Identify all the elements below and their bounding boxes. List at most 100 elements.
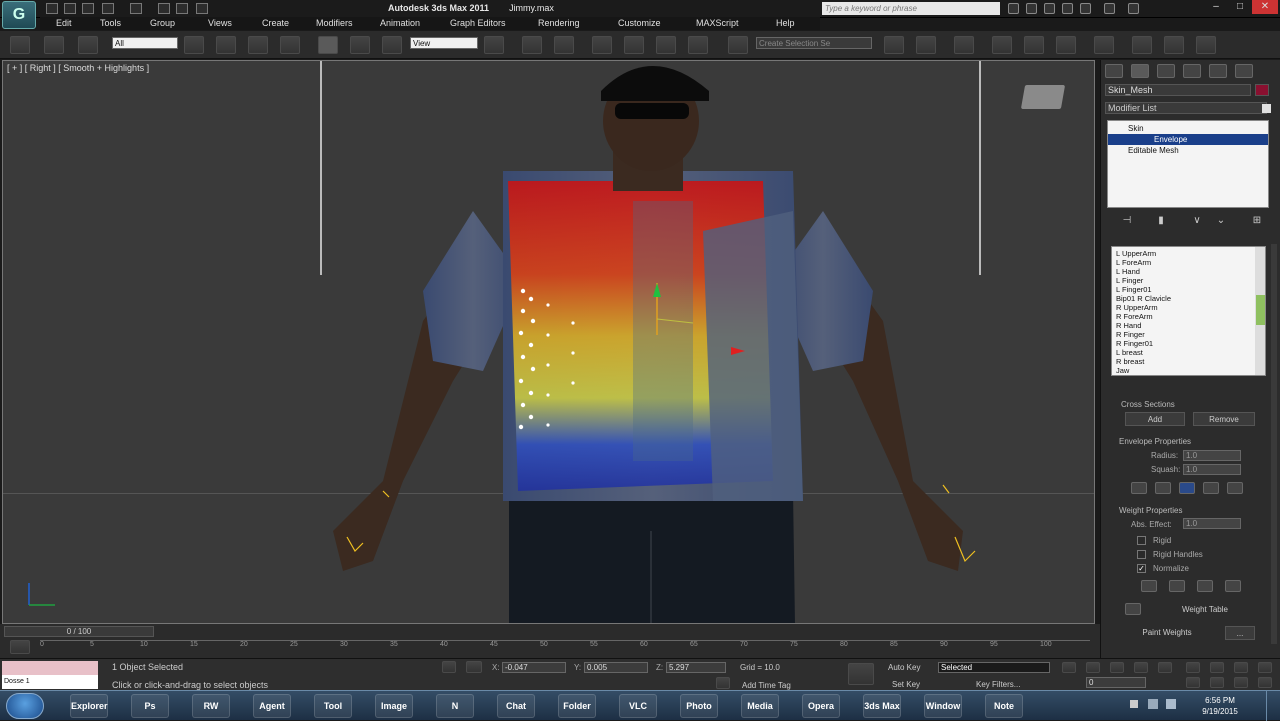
- previous-frame-icon[interactable]: [1086, 662, 1100, 673]
- paint-weights-button[interactable]: Paint Weights: [1125, 626, 1209, 640]
- modifier-list-dropdown[interactable]: Modifier List: [1105, 102, 1271, 114]
- command-panel-scrollbar[interactable]: [1271, 244, 1277, 644]
- time-tag-icon[interactable]: [716, 677, 730, 689]
- network-icon[interactable]: [1104, 3, 1115, 14]
- modify-tab-icon[interactable]: [1131, 64, 1149, 78]
- network-tray-icon[interactable]: [1148, 699, 1158, 709]
- tray-arrow-icon[interactable]: [1130, 700, 1138, 708]
- copy-envelope-icon[interactable]: [1227, 482, 1243, 494]
- communication-icon[interactable]: [1044, 3, 1055, 14]
- cross-sections-header[interactable]: Cross Sections: [1121, 400, 1175, 409]
- track-view-icon[interactable]: [10, 640, 30, 654]
- goto-end-icon[interactable]: [1158, 662, 1172, 673]
- taskbar-app-button[interactable]: Image: [375, 694, 413, 718]
- zoom-icon[interactable]: [1186, 662, 1200, 673]
- bone-list-item[interactable]: R Finger01: [1116, 339, 1153, 348]
- stack-item-skin[interactable]: Skin: [1108, 123, 1268, 134]
- motion-tab-icon[interactable]: [1183, 64, 1201, 78]
- z-coordinate-field[interactable]: 5.297: [666, 662, 726, 673]
- search-input[interactable]: Type a keyword or phrase: [822, 2, 1000, 15]
- object-name-field[interactable]: Skin_Mesh: [1105, 84, 1251, 96]
- bone-list-scrollbar[interactable]: [1255, 247, 1265, 375]
- object-color-swatch[interactable]: [1255, 84, 1269, 96]
- key-icon[interactable]: [848, 663, 874, 685]
- move-icon[interactable]: [318, 36, 338, 54]
- taskbar-app-button[interactable]: Folder: [558, 694, 596, 718]
- bone-list-item[interactable]: L breast: [1116, 348, 1143, 357]
- rigid-handles-checkbox[interactable]: [1137, 550, 1146, 559]
- key-mode-dropdown[interactable]: Selected: [938, 662, 1050, 673]
- taskbar-app-button[interactable]: Opera: [802, 694, 840, 718]
- pin-stack-icon[interactable]: ⊣: [1117, 215, 1137, 229]
- scale-icon[interactable]: [382, 36, 402, 54]
- bone-list-item[interactable]: L Hand: [1116, 267, 1140, 276]
- menu-animation[interactable]: Animation: [380, 18, 420, 28]
- taskbar-app-button[interactable]: Note: [985, 694, 1023, 718]
- layer-manager-icon[interactable]: [954, 36, 974, 54]
- show-end-result-icon[interactable]: ▮: [1151, 215, 1171, 229]
- viewport-right[interactable]: [ + ] [ Right ] [ Smooth + Highlights ]: [2, 60, 1095, 624]
- bone-list-item[interactable]: L ForeArm: [1116, 258, 1151, 267]
- taskbar-app-button[interactable]: Explorer: [70, 694, 108, 718]
- bake-weights-icon[interactable]: [1225, 580, 1241, 592]
- bone-list-item[interactable]: R ForeArm: [1116, 312, 1153, 321]
- align-icon[interactable]: [916, 36, 936, 54]
- remove-modifier-icon[interactable]: ⌄: [1211, 215, 1231, 229]
- taskbar-app-button[interactable]: Chat: [497, 694, 535, 718]
- pan-icon[interactable]: [1210, 677, 1224, 688]
- orbit-icon[interactable]: [1234, 677, 1248, 688]
- render-teapot-icon[interactable]: [1196, 36, 1216, 54]
- x-coordinate-field[interactable]: -0.047: [502, 662, 566, 673]
- rendered-frame-icon[interactable]: [1164, 36, 1184, 54]
- next-frame-icon[interactable]: [1134, 662, 1148, 673]
- display-tab-icon[interactable]: [1209, 64, 1227, 78]
- configure-sets-icon[interactable]: ⊞: [1247, 215, 1267, 229]
- open-icon[interactable]: [64, 3, 76, 14]
- bone-list-item[interactable]: R Finger: [1116, 330, 1145, 339]
- system-clock[interactable]: 6:56 PM 9/19/2015: [1194, 695, 1246, 717]
- add-time-tag[interactable]: Add Time Tag: [742, 681, 791, 690]
- pivot-center-icon[interactable]: [484, 36, 504, 54]
- falloff-slow-icon[interactable]: [1203, 482, 1219, 494]
- save-icon[interactable]: [82, 3, 94, 14]
- search-icon[interactable]: [1008, 3, 1019, 14]
- close-button[interactable]: ✕: [1252, 0, 1278, 14]
- percent-snap-icon[interactable]: [656, 36, 676, 54]
- absolute-mode-icon[interactable]: [466, 661, 482, 673]
- current-frame-field[interactable]: 0: [1086, 677, 1146, 688]
- lock-icon[interactable]: [442, 661, 456, 673]
- weight-properties-header[interactable]: Weight Properties: [1119, 506, 1182, 515]
- bone-list-item[interactable]: R breast: [1116, 357, 1144, 366]
- exclude-verts-icon[interactable]: [1141, 580, 1157, 592]
- menu-maxscript[interactable]: MAXScript: [696, 18, 739, 28]
- bone-list-item[interactable]: Bip01 R Clavicle: [1116, 294, 1171, 303]
- project-folder-icon[interactable]: [196, 3, 208, 14]
- maxscript-mini-input[interactable]: Dosse 1: [2, 675, 98, 689]
- stack-item-editable-mesh[interactable]: Editable Mesh: [1108, 145, 1268, 156]
- select-by-name-icon[interactable]: [216, 36, 236, 54]
- spinner-snap-icon[interactable]: [688, 36, 708, 54]
- bone-list-item[interactable]: Jaw: [1116, 366, 1129, 375]
- menu-modifiers[interactable]: Modifiers: [316, 18, 353, 28]
- volume-tray-icon[interactable]: [1166, 699, 1176, 709]
- angle-snap-icon[interactable]: [624, 36, 644, 54]
- create-tab-icon[interactable]: [1105, 64, 1123, 78]
- stack-item-envelope[interactable]: Envelope: [1108, 134, 1268, 145]
- new-icon[interactable]: [46, 3, 58, 14]
- taskbar-app-button[interactable]: Media: [741, 694, 779, 718]
- menu-group[interactable]: Group: [150, 18, 175, 28]
- taskbar-app-button[interactable]: 3ds Max: [863, 694, 901, 718]
- reference-coord-dropdown[interactable]: View: [410, 37, 478, 49]
- menu-graph-editors[interactable]: Graph Editors: [450, 18, 506, 28]
- hold-icon[interactable]: [158, 3, 170, 14]
- squash-spinner[interactable]: 1.0: [1183, 464, 1241, 475]
- keyboard-shortcut-icon[interactable]: [554, 36, 574, 54]
- maximize-viewport-icon[interactable]: [1258, 677, 1272, 688]
- falloff-linear-icon[interactable]: [1131, 482, 1147, 494]
- falloff-fast-icon[interactable]: [1179, 482, 1195, 494]
- play-icon[interactable]: [1110, 662, 1124, 673]
- schematic-view-icon[interactable]: [1056, 36, 1076, 54]
- include-verts-icon[interactable]: [1169, 580, 1185, 592]
- menu-customize[interactable]: Customize: [618, 18, 661, 28]
- menu-help[interactable]: Help: [776, 18, 795, 28]
